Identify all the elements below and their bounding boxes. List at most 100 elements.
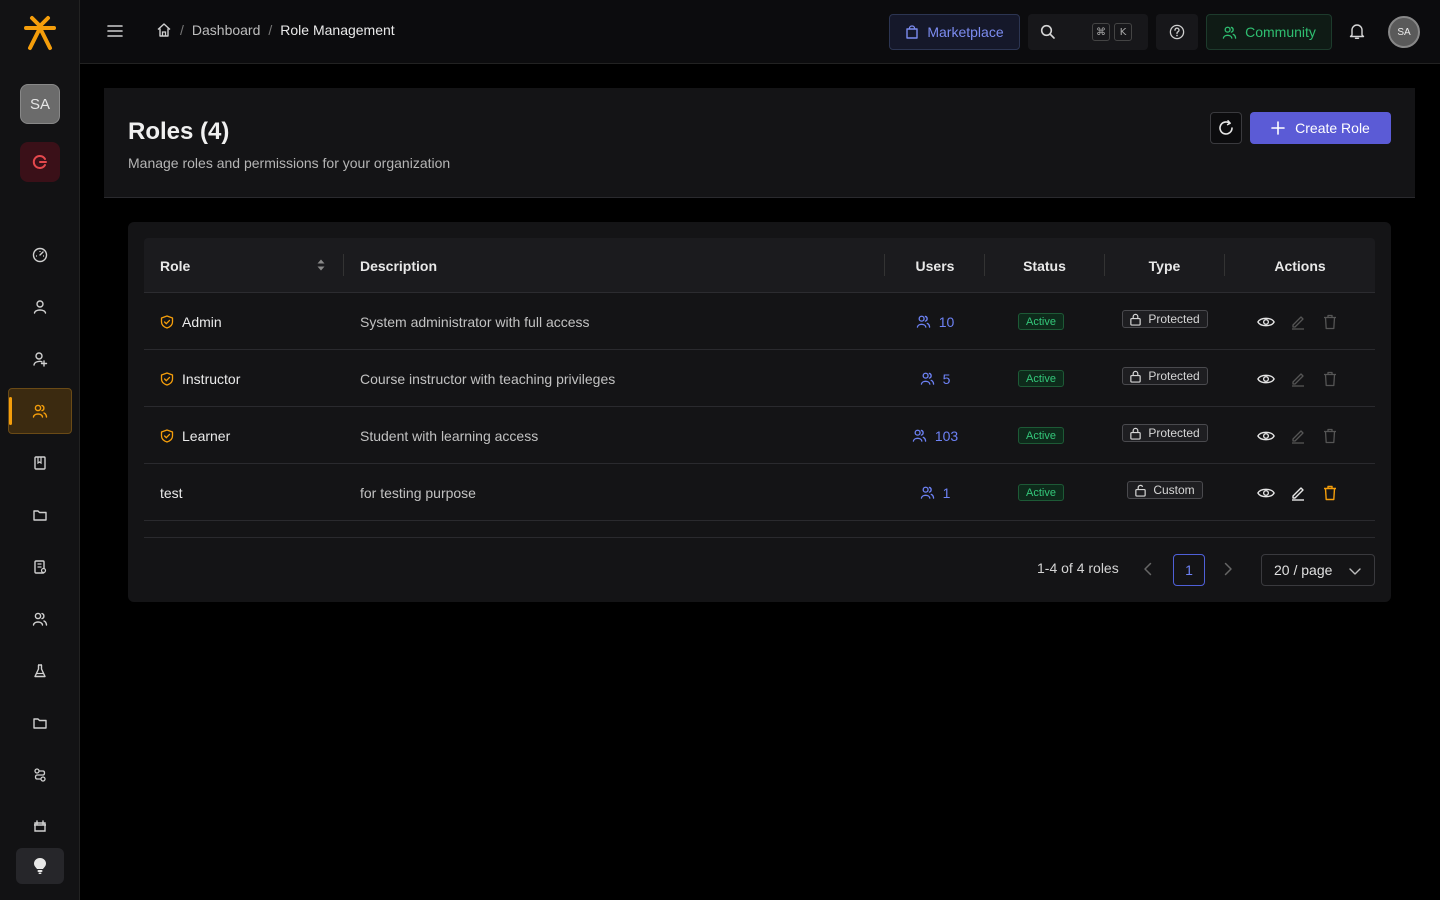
team-icon	[32, 612, 48, 626]
pagination-page-1[interactable]: 1	[1173, 554, 1205, 586]
table-row: Admin System administrator with full acc…	[144, 293, 1375, 350]
delete-button[interactable]	[1321, 484, 1339, 502]
lock-icon	[1130, 370, 1142, 383]
role-cell: Instructor	[160, 350, 240, 407]
pagination-next-button[interactable]	[1220, 560, 1236, 578]
shortcut-key-k: K	[1114, 23, 1132, 41]
community-button[interactable]: Community	[1206, 14, 1332, 50]
topbar: / Dashboard / Role Management Marketplac…	[80, 0, 1440, 64]
sidebar-item-calendar[interactable]	[8, 804, 72, 850]
role-users-link[interactable]: 5	[885, 350, 985, 407]
plus-icon	[1271, 121, 1285, 135]
sort-icon[interactable]	[316, 257, 326, 273]
role-cell: Admin	[160, 293, 222, 350]
view-button[interactable]	[1257, 484, 1275, 502]
role-name: Learner	[182, 427, 231, 444]
chevron-left-icon	[1144, 562, 1152, 576]
page-title: Roles (4)	[128, 118, 230, 145]
role-users-link[interactable]: 1	[885, 464, 985, 521]
eye-icon	[1257, 374, 1275, 383]
actions-cell	[1257, 350, 1339, 407]
users-count: 1	[942, 484, 951, 501]
column-header-actions: Actions	[1274, 257, 1326, 274]
edit-button[interactable]	[1289, 370, 1307, 388]
column-header-status: Status	[1023, 257, 1066, 274]
delete-button[interactable]	[1321, 370, 1339, 388]
column-header-description: Description	[360, 257, 438, 274]
create-role-button[interactable]: Create Role	[1250, 112, 1391, 144]
hamburger-icon	[107, 25, 123, 37]
delete-button[interactable]	[1321, 427, 1339, 445]
marketplace-label: Marketplace	[927, 24, 1004, 40]
type-label: Custom	[1153, 483, 1195, 497]
edit-icon	[1292, 315, 1304, 330]
profile-avatar[interactable]: SA	[1388, 16, 1420, 48]
type-badge: Protected	[1122, 424, 1208, 442]
refresh-button[interactable]	[1210, 112, 1242, 144]
role-description: Course instructor with teaching privileg…	[360, 370, 616, 387]
help-button[interactable]	[1156, 14, 1198, 50]
breadcrumb: / Dashboard / Role Management	[156, 22, 395, 38]
sidebar-item-folders[interactable]	[8, 700, 72, 746]
roles-table: Role Description Users Status Type Actio…	[128, 222, 1391, 602]
sidebar-item-user-add[interactable]	[8, 336, 72, 382]
edit-button[interactable]	[1289, 427, 1307, 445]
app-logo-icon[interactable]	[22, 12, 58, 52]
sidebar-item-labs[interactable]	[8, 648, 72, 694]
sidebar-item-teams[interactable]	[8, 596, 72, 642]
sidebar-item-roles[interactable]	[8, 388, 72, 434]
notifications-button[interactable]	[1348, 22, 1366, 40]
status-cell: Active	[985, 407, 1097, 464]
organization-icon[interactable]	[20, 142, 60, 182]
edit-button[interactable]	[1289, 484, 1307, 502]
user-icon	[33, 300, 47, 314]
bell-icon	[1349, 24, 1365, 39]
status-badge: Active	[1018, 427, 1064, 444]
delete-button[interactable]	[1321, 313, 1339, 331]
edit-icon	[1292, 372, 1304, 387]
edit-button[interactable]	[1289, 313, 1307, 331]
view-button[interactable]	[1257, 313, 1275, 331]
page-size-select[interactable]: 20 / page	[1261, 554, 1375, 586]
type-badge: Custom	[1127, 481, 1203, 499]
unlock-icon	[1135, 484, 1147, 497]
eye-icon	[1257, 317, 1275, 326]
trash-icon	[1324, 314, 1336, 329]
tips-button[interactable]	[16, 848, 64, 884]
column-header-role[interactable]: Role	[160, 238, 190, 293]
sidebar-item-reports[interactable]	[8, 544, 72, 590]
search-button[interactable]: ⌘ K	[1028, 14, 1148, 50]
view-button[interactable]	[1257, 370, 1275, 388]
create-role-label: Create Role	[1295, 120, 1370, 136]
lock-icon	[1130, 313, 1142, 326]
status-badge: Active	[1018, 484, 1064, 501]
users-icon	[920, 486, 934, 499]
marketplace-button[interactable]: Marketplace	[889, 14, 1020, 50]
trash-icon	[1324, 485, 1336, 500]
role-name: Admin	[182, 313, 222, 330]
type-label: Protected	[1148, 312, 1200, 326]
sidebar-item-users[interactable]	[8, 284, 72, 330]
sidebar-item-workflows[interactable]	[8, 752, 72, 798]
sidebar-item-files[interactable]	[8, 492, 72, 538]
view-button[interactable]	[1257, 427, 1275, 445]
help-icon	[1169, 24, 1185, 40]
menu-toggle-button[interactable]	[106, 22, 124, 40]
type-label: Protected	[1148, 426, 1200, 440]
book-icon	[34, 456, 46, 470]
sidebar-item-dashboard[interactable]	[8, 232, 72, 278]
refresh-icon	[1219, 120, 1233, 135]
pagination-range: 1-4 of 4 roles	[1037, 560, 1119, 576]
community-label: Community	[1245, 24, 1316, 40]
type-cell: Protected	[1105, 407, 1225, 464]
role-users-link[interactable]: 103	[885, 407, 985, 464]
trash-icon	[1324, 371, 1336, 386]
sidebar-item-courses[interactable]	[8, 440, 72, 486]
actions-cell	[1257, 293, 1339, 350]
breadcrumb-dashboard[interactable]: Dashboard	[192, 22, 261, 38]
pagination-prev-button[interactable]	[1140, 560, 1156, 578]
home-icon[interactable]	[156, 22, 172, 38]
user-avatar[interactable]: SA	[20, 84, 60, 124]
role-users-link[interactable]: 10	[885, 293, 985, 350]
column-header-users: Users	[915, 257, 955, 274]
